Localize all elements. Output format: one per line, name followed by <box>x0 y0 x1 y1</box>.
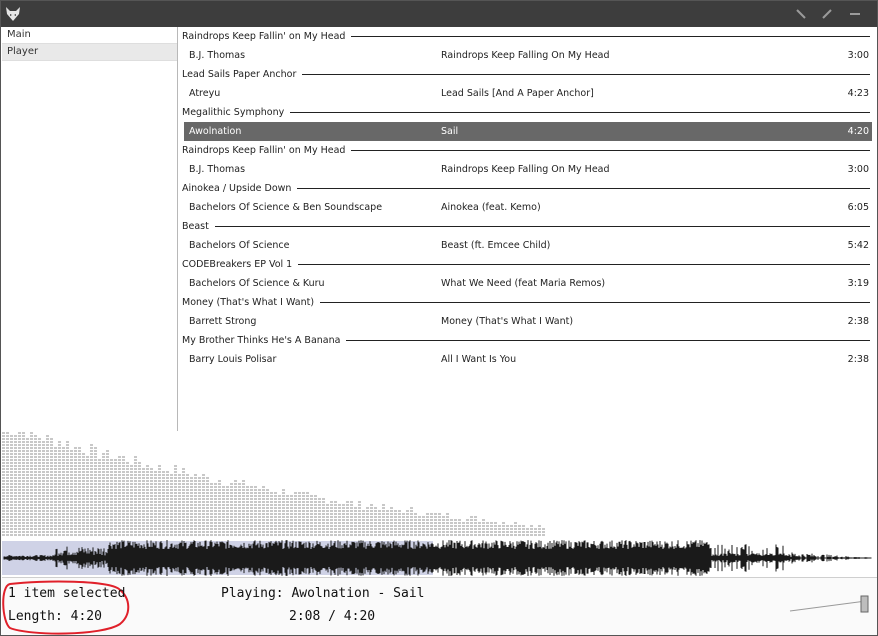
album-divider <box>302 74 870 75</box>
track-title: Raindrops Keep Falling On My Head <box>441 50 610 61</box>
album-divider <box>351 36 870 37</box>
track-artist: Awolnation <box>189 126 242 137</box>
album-name: Money (That's What I Want) <box>182 297 315 308</box>
track-row[interactable]: B.J. Thomas Raindrops Keep Falling On My … <box>184 160 872 179</box>
selection-count: 1 item selected <box>8 586 126 601</box>
track-row[interactable]: Bachelors Of Science & Ben Soundscape Ain… <box>184 198 872 217</box>
track-artist: Bachelors Of Science & Ben Soundscape <box>189 202 383 213</box>
track-title: All I Want Is You <box>441 354 517 365</box>
album-header: CODEBreakers EP Vol 1 <box>178 255 876 274</box>
minimize-icon <box>850 13 860 15</box>
track-row[interactable]: Barrett Strong Money (That's What I Want)… <box>184 312 872 331</box>
album-header: Megalithic Symphony <box>178 103 876 122</box>
album-divider <box>320 302 870 303</box>
track-artist: Barry Louis Polisar <box>189 354 277 365</box>
album-name: Ainokea / Upside Down <box>182 183 292 194</box>
spectrum-bars <box>2 432 545 536</box>
track-artist: Bachelors Of Science & Kuru <box>189 278 325 289</box>
track-length: 2:38 <box>847 354 869 365</box>
track-length: 4:23 <box>847 88 869 99</box>
album-header: Lead Sails Paper Anchor <box>178 65 876 84</box>
album-name: My Brother Thinks He's A Banana <box>182 335 341 346</box>
track-artist: B.J. Thomas <box>189 50 246 61</box>
player-window: Main Player Raindrops Keep Fallin' on My… <box>0 0 878 636</box>
track-row[interactable]: Atreyu Lead Sails [And A Paper Anchor] 4:2… <box>184 84 872 103</box>
sidebar: Main Player <box>2 27 178 431</box>
minimize-button[interactable] <box>846 5 864 23</box>
track-row[interactable]: Barry Louis Polisar All I Want Is You 2:38 <box>184 350 872 369</box>
volume-slider[interactable] <box>788 593 870 615</box>
track-title: Lead Sails [And A Paper Anchor] <box>441 88 594 99</box>
album-divider <box>351 150 870 151</box>
playback-time: 2:08 / 4:20 <box>289 609 376 624</box>
album-divider <box>297 188 870 189</box>
track-row[interactable]: Bachelors Of Science Beast (ft. Emcee Chi… <box>184 236 872 255</box>
album-header: My Brother Thinks He's A Banana <box>178 331 876 350</box>
track-length: 3:19 <box>847 278 869 289</box>
track-title: Ainokea (feat. Kemo) <box>441 202 541 213</box>
track-row[interactable]: Bachelors Of Science & Kuru What We Need … <box>184 274 872 293</box>
track-artist: Atreyu <box>189 88 221 99</box>
track-title: Raindrops Keep Falling On My Head <box>441 164 610 175</box>
track-artist: B.J. Thomas <box>189 164 246 175</box>
track-artist: Barrett Strong <box>189 316 257 327</box>
album-header: Money (That's What I Want) <box>178 293 876 312</box>
sidebar-item-main[interactable]: Main <box>2 27 177 44</box>
diagonal-arrow-icon <box>796 9 806 19</box>
album-header: Beast <box>178 217 876 236</box>
track-title: What We Need (feat Maria Remos) <box>441 278 606 289</box>
album-name: Raindrops Keep Fallin' on My Head <box>182 145 346 156</box>
album-header: Raindrops Keep Fallin' on My Head <box>178 27 876 46</box>
track-length: 3:00 <box>847 164 869 175</box>
track-length: 2:38 <box>847 316 869 327</box>
album-header: Ainokea / Upside Down <box>178 179 876 198</box>
track-length: 5:42 <box>847 240 869 251</box>
now-playing: Playing: Awolnation - Sail <box>221 586 425 601</box>
album-name: Beast <box>182 221 209 232</box>
track-length: 4:20 <box>847 126 869 137</box>
sidebar-item-player[interactable]: Player <box>2 44 177 61</box>
volume-handle[interactable] <box>860 595 869 613</box>
album-name: Raindrops Keep Fallin' on My Head <box>182 31 346 42</box>
pencil-icon <box>822 9 832 19</box>
track-length: 6:05 <box>847 202 869 213</box>
album-name: CODEBreakers EP Vol 1 <box>182 259 293 270</box>
album-header: Raindrops Keep Fallin' on My Head <box>178 141 876 160</box>
track-length: 3:00 <box>847 50 869 61</box>
audio-visualizer <box>2 431 877 576</box>
album-divider <box>298 264 870 265</box>
track-row[interactable]: B.J. Thomas Raindrops Keep Falling On My … <box>184 46 872 65</box>
title-bar[interactable] <box>1 1 877 27</box>
selection-length: Length: 4:20 <box>8 609 102 624</box>
edit-button[interactable] <box>818 5 836 23</box>
playlist: Raindrops Keep Fallin' on My Head B.J. Th… <box>178 27 876 431</box>
album-divider <box>214 226 870 227</box>
fox-logo-icon <box>5 6 21 22</box>
track-title: Sail <box>441 126 459 137</box>
visualizer-canvas <box>2 432 872 576</box>
status-bar: 1 item selected Length: 4:20 Playing: Aw… <box>2 577 877 635</box>
track-artist: Bachelors Of Science <box>189 240 290 251</box>
album-divider <box>346 340 870 341</box>
resize-button[interactable] <box>792 5 810 23</box>
album-name: Lead Sails Paper Anchor <box>182 69 297 80</box>
album-divider <box>290 112 870 113</box>
album-name: Megalithic Symphony <box>182 107 285 118</box>
track-row[interactable]: Awolnation Sail 4:20 <box>184 122 872 141</box>
track-title: Money (That's What I Want) <box>441 316 574 327</box>
track-title: Beast (ft. Emcee Child) <box>441 240 551 251</box>
